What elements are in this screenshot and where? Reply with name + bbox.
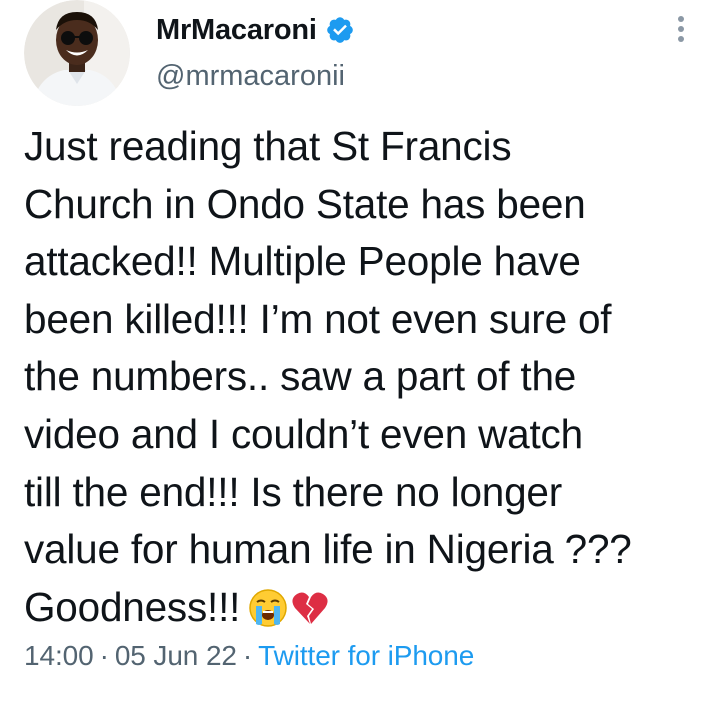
tweet-text-line: Goodness!!! [24,583,241,630]
tweet-text-line: Church in Ondo State has been [24,180,586,227]
author-row: MrMacaroni [156,12,355,48]
tweet-meta: 14:00 · 05 Jun 22 · Twitter for iPhone [24,640,474,672]
tweet-text-line: till the end!!! Is there no longer [24,468,563,515]
tweet-time[interactable]: 14:00 [24,640,94,671]
tweet-text-line: attacked!! Multiple People have [24,238,581,285]
tweet-text-line: Just reading that St Francis [24,123,512,169]
tweet-text-line: value for human life in Nigeria ??? [24,526,632,573]
author-handle[interactable]: @mrmacaronii [156,60,345,93]
tweet-text-line: video and I couldn’t even watch [24,410,583,457]
tweet-source-link[interactable]: Twitter for iPhone [258,640,474,671]
broken-heart-emoji [290,586,330,644]
meta-separator: · [242,640,253,671]
more-options-icon[interactable] [664,12,698,46]
meta-separator: · [99,640,109,671]
avatar[interactable] [24,0,130,106]
tweet-date[interactable]: 05 Jun 22 [115,640,237,671]
tweet-text: Just reading that St Francis Church in O… [24,118,704,643]
tweet-text-line: been killed!!! I’m not even sure of [24,295,612,342]
loudly-crying-face-emoji [248,586,288,644]
verified-badge-icon [325,15,355,45]
tweet-text-line: the numbers.. saw a part of the [24,353,577,400]
tweet-text-last-line: Goodness!!! [24,579,704,644]
tweet-card: MrMacaroni @mrmacaronii Just reading tha… [0,0,720,701]
display-name[interactable]: MrMacaroni [156,14,317,47]
